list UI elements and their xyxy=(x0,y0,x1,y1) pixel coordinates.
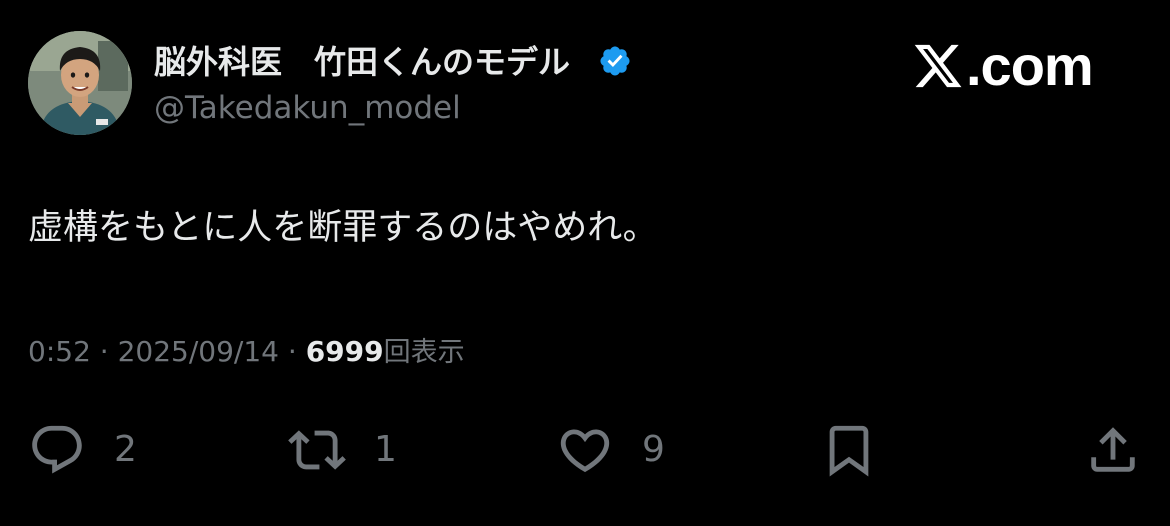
reply-count: 2 xyxy=(114,429,137,470)
heart-icon xyxy=(560,429,610,473)
tweet-text: 虚構をもとに人を断罪するのはやめれ。 xyxy=(28,208,658,248)
meta-separator: · xyxy=(278,335,306,368)
tweet-time[interactable]: 0:52 xyxy=(28,330,91,374)
like-button[interactable]: 9 xyxy=(556,420,665,480)
retweet-button[interactable]: 1 xyxy=(288,420,397,480)
x-logo-icon xyxy=(914,44,962,88)
share-icon xyxy=(1091,427,1135,472)
like-count: 9 xyxy=(642,429,665,470)
avatar[interactable] xyxy=(28,31,132,135)
retweet-count: 1 xyxy=(374,429,397,470)
tweet-meta: 0:52 · 2025/09/14 · 6999 回表示 xyxy=(28,330,465,375)
x-watermark: .com xyxy=(912,34,1094,98)
reply-icon xyxy=(32,425,82,474)
views-count[interactable]: 6999 xyxy=(306,330,384,374)
verified-badge-icon xyxy=(600,46,630,76)
tweet-date[interactable]: 2025/09/14 xyxy=(118,330,279,374)
views-label: 回表示 xyxy=(383,337,465,368)
reply-button[interactable]: 2 xyxy=(28,420,137,480)
display-name[interactable]: 脳外科医 竹田くんのモデル xyxy=(154,40,570,84)
meta-separator: · xyxy=(90,335,118,368)
watermark-domain: .com xyxy=(966,34,1094,97)
share-button[interactable] xyxy=(1084,420,1142,480)
retweet-icon xyxy=(288,430,346,470)
bookmark-icon xyxy=(829,425,869,477)
action-bar: 2 1 9 xyxy=(0,420,1170,480)
bookmark-button[interactable] xyxy=(820,420,878,480)
author-handle[interactable]: @Takedakun_model xyxy=(154,86,461,130)
